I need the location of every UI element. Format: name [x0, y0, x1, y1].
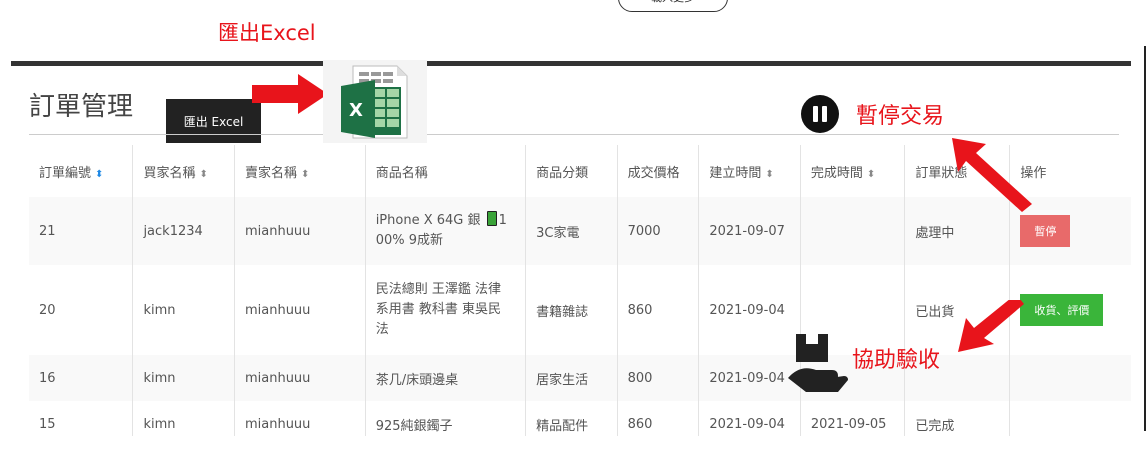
export-excel-button[interactable]: 匯出 Excel	[166, 99, 261, 143]
cell-product: 茶几/床頭邊桌	[365, 355, 527, 401]
right-border	[1144, 46, 1146, 431]
cell-buyer: jack1234	[132, 197, 235, 265]
table-row: 15 kimn mianhuuu 925純銀鐲子 精品配件 860 2021-0…	[29, 401, 1131, 436]
cell-category: 書籍雜誌	[525, 265, 618, 355]
cell-seller: mianhuuu	[234, 355, 366, 401]
annotation-export-excel: 匯出Excel	[218, 21, 316, 45]
cell-action	[1009, 401, 1131, 436]
cell-seller: mianhuuu	[234, 265, 366, 355]
col-created[interactable]: 建立時間 ⬍	[698, 145, 801, 197]
cell-buyer: kimn	[132, 401, 235, 436]
cell-category: 居家生活	[525, 355, 618, 401]
cell-order-id: 16	[29, 355, 134, 401]
pause-button[interactable]: 暫停	[1020, 215, 1071, 247]
cell-created: 2021-09-04	[698, 401, 801, 436]
cell-status: 已完成	[904, 401, 1011, 436]
col-buyer[interactable]: 買家名稱 ⬍	[132, 145, 235, 197]
cell-category: 精品配件	[525, 401, 618, 436]
annotation-inspect-label: 協助驗收	[852, 348, 941, 373]
page-title: 訂單管理	[29, 92, 134, 122]
red-arrow-icon	[252, 74, 328, 114]
annotation-pause: 暫停交易	[800, 94, 970, 134]
excel-file-icon-box: X	[323, 60, 427, 143]
sort-asc-icon[interactable]: ⬍	[95, 169, 103, 180]
cell-price: 800	[617, 355, 700, 401]
cell-price: 860	[617, 401, 700, 436]
col-order-id[interactable]: 訂單編號 ⬍	[29, 145, 134, 197]
cell-buyer: kimn	[132, 265, 235, 355]
receive-review-button[interactable]: 收貨、評價	[1020, 294, 1104, 326]
hand-box-icon	[788, 334, 848, 392]
cell-action: 收貨、評價	[1009, 265, 1131, 355]
cell-product: 925純銀鐲子	[365, 401, 527, 436]
col-product: 商品名稱	[365, 145, 527, 197]
cell-order-id: 21	[29, 197, 134, 265]
cell-product: 民法總則 王澤鑑 法律 系用書 教科書 東吳民法	[365, 265, 527, 355]
pause-circle-icon	[801, 95, 839, 133]
cell-category: 3C家電	[525, 197, 618, 265]
sort-icon[interactable]: ⬍	[199, 169, 207, 180]
cell-order-id: 15	[29, 401, 134, 436]
annotation-inspect: 協助驗收	[786, 330, 986, 396]
sort-icon[interactable]: ⬍	[765, 169, 773, 180]
cell-buyer: kimn	[132, 355, 235, 401]
cell-order-id: 20	[29, 265, 134, 355]
cell-action	[1009, 355, 1131, 401]
red-arrow-icon	[952, 138, 1032, 212]
cell-created: 2021-09-07	[698, 197, 801, 265]
cell-completed: 2021-09-05	[800, 401, 906, 436]
cell-price: 860	[617, 265, 700, 355]
col-price: 成交價格	[617, 145, 700, 197]
col-completed[interactable]: 完成時間 ⬍	[800, 145, 906, 197]
battery-icon	[486, 211, 497, 226]
cell-completed	[800, 197, 906, 265]
cell-seller: mianhuuu	[234, 197, 366, 265]
annotation-pause-label: 暫停交易	[856, 104, 945, 129]
load-more-label: 載入更多	[619, 0, 727, 11]
load-more-button[interactable]: 載入更多	[618, 0, 728, 12]
cell-product: iPhone X 64G 銀 1 00% 9成新	[365, 197, 527, 265]
sort-icon[interactable]: ⬍	[867, 169, 875, 180]
col-category: 商品分類	[525, 145, 618, 197]
sort-icon[interactable]: ⬍	[301, 169, 309, 180]
col-seller[interactable]: 賣家名稱 ⬍	[234, 145, 366, 197]
excel-file-icon: X	[341, 65, 408, 139]
title-divider	[29, 134, 1119, 135]
svg-text:X: X	[349, 100, 363, 121]
cell-seller: mianhuuu	[234, 401, 366, 436]
cell-price: 7000	[617, 197, 700, 265]
